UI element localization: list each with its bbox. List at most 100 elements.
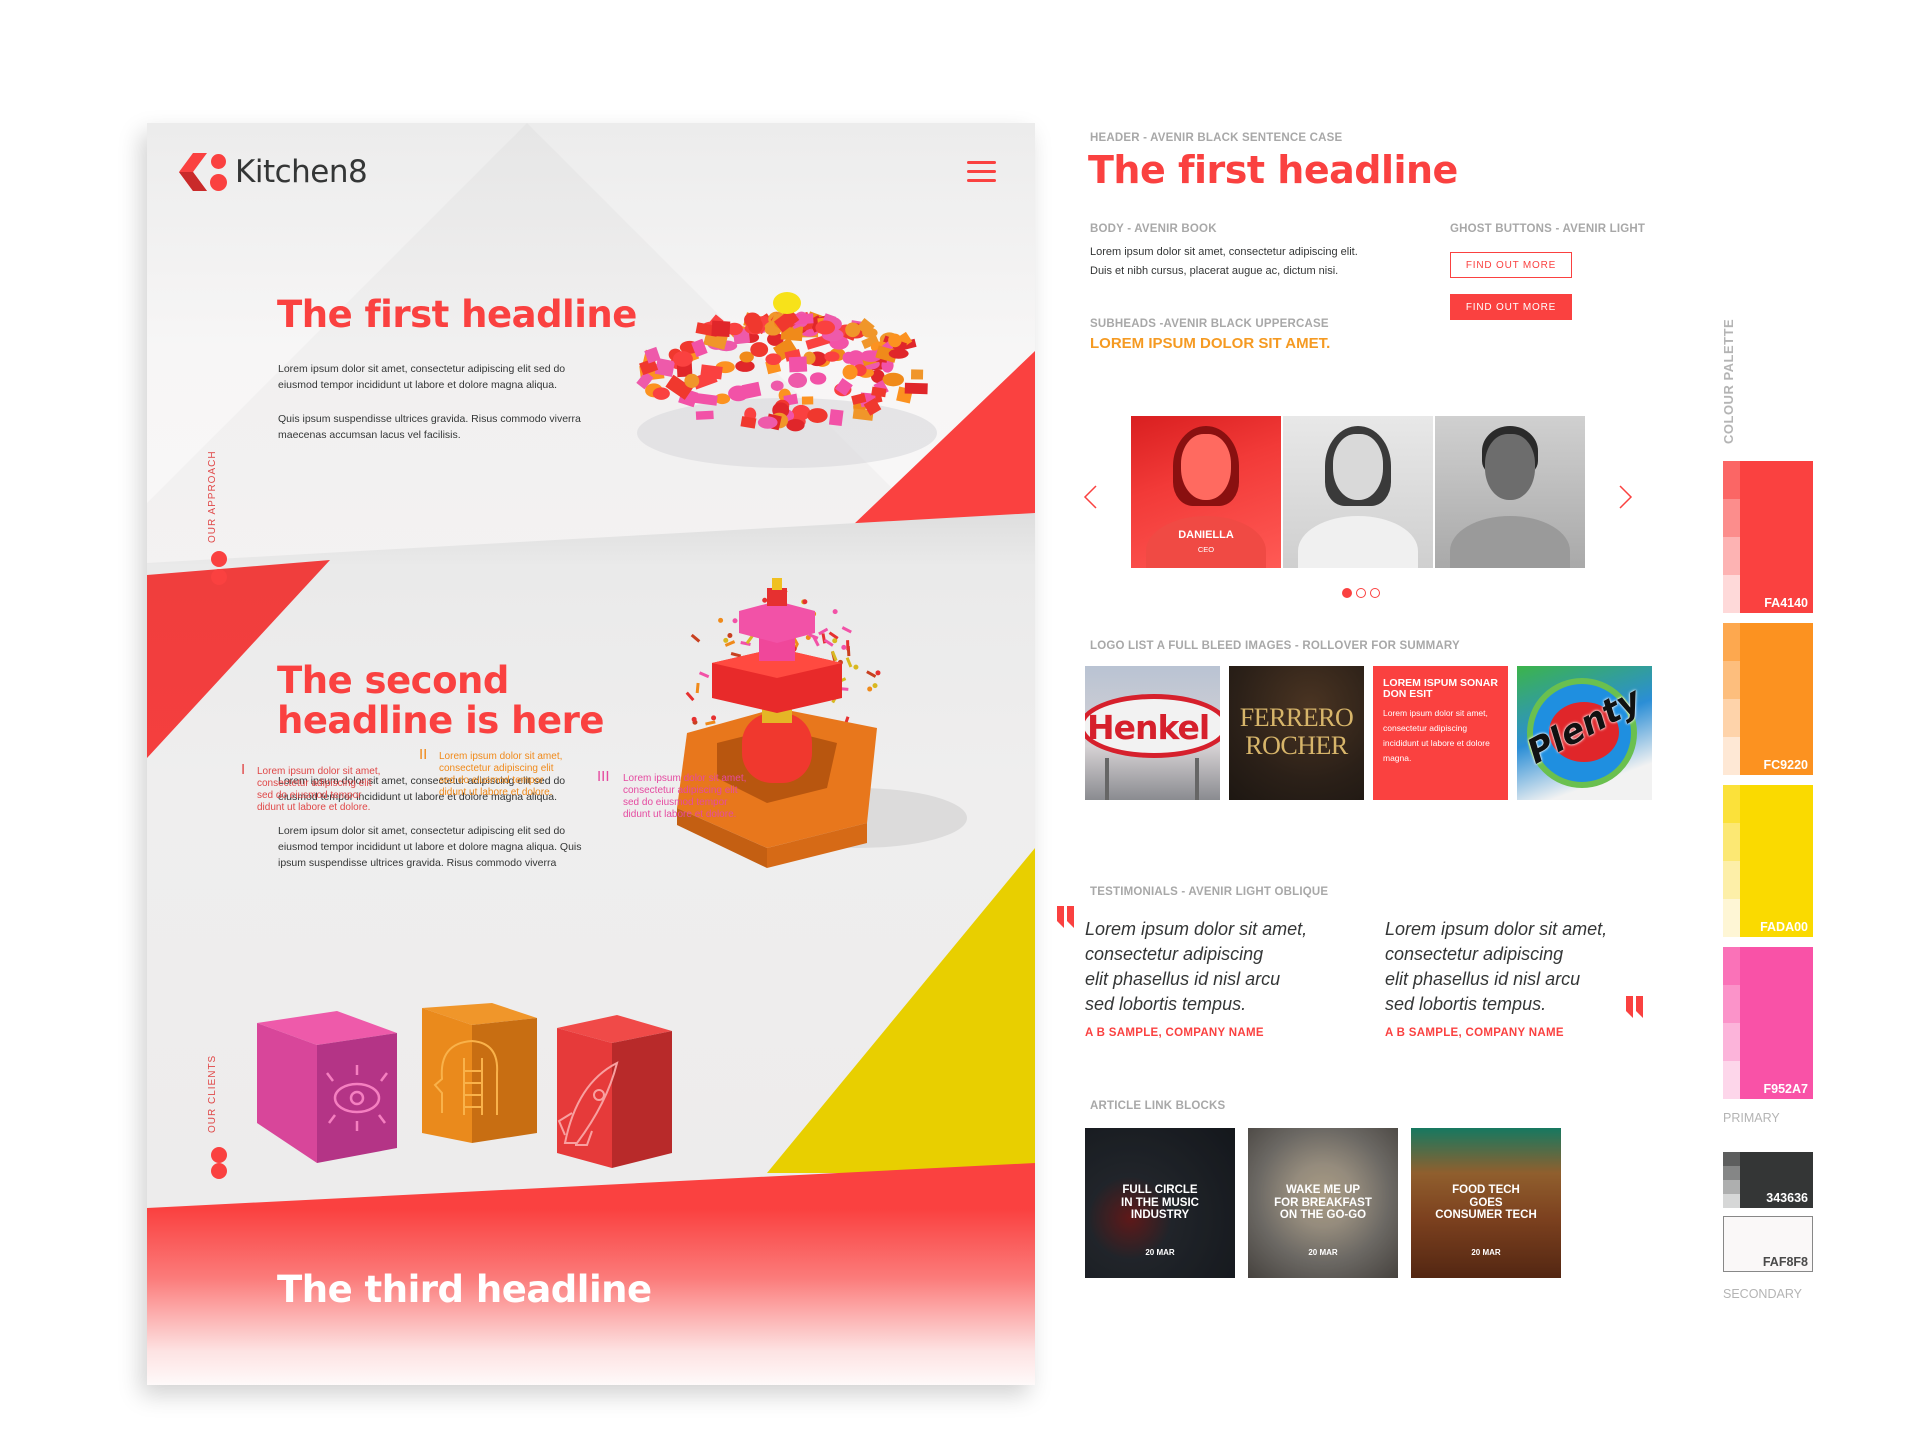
confetti-piece [841,644,847,650]
tint-strip [1723,947,1740,1099]
carousel-prev-arrow-icon[interactable] [1082,484,1098,510]
section-indicator-dot[interactable] [211,1163,227,1179]
find-out-more-solid-button[interactable]: FIND OUT MORE [1450,294,1572,320]
confetti-piece [691,716,697,722]
tint-strip [1723,461,1740,613]
swatch-main-colour [1740,623,1813,775]
testimonial-quote: Lorem ipsum dolor sit amet, consectetur … [1385,919,1608,1014]
article-title: FULL CIRCLE IN THE MUSIC INDUSTRY [1121,1184,1199,1221]
block-piece [882,372,904,387]
eye-cube [257,1011,397,1163]
article-title: WAKE ME UP FOR BREAKFAST ON THE GO-GO [1274,1184,1372,1221]
block-piece [809,372,827,385]
block-piece [711,320,731,338]
secondary-label: SECONDARY [1723,1287,1802,1301]
side-label-our-approach[interactable]: OUR APPROACH [207,450,218,543]
website-mockup: Kitchen8 The first headline Lorem ipsum … [147,123,1035,1385]
article-link-block[interactable]: FULL CIRCLE IN THE MUSIC INDUSTRY 20 MAR [1085,1128,1235,1278]
block-piece [757,416,778,429]
section1-paragraph: Lorem ipsum dolor sit amet, consectetur … [278,363,566,391]
team-carousel: DANIELLA CEO [1131,416,1587,568]
kitchen8-logo-icon [179,151,227,193]
block-piece [792,404,811,421]
confetti-piece [872,683,878,689]
team-member-card[interactable] [1435,416,1585,568]
carousel-dot[interactable] [1342,588,1352,598]
block-piece [694,392,718,406]
block-piece [828,409,844,427]
henkel-logo-tile[interactable]: Henkel [1085,666,1220,800]
testimonials-label: TESTIMONIALS - AVENIR LIGHT OBLIQUE [1090,886,1329,898]
swatch-hex-label: FADA00 [1760,920,1808,934]
client-logo-list: Henkel FERRERO ROCHER LOREM ISPUM SONAR D… [1085,666,1652,800]
article-link-block[interactable]: WAKE ME UP FOR BREAKFAST ON THE GO-GO 20… [1248,1128,1398,1278]
hamburger-menu-icon[interactable] [967,161,996,183]
testimonial-author: A B SAMPLE, COMPANY NAME [1085,1027,1264,1039]
confetti-piece [846,640,850,651]
confetti-piece [762,597,768,603]
colour-swatch-f952a7: F952A7 [1723,947,1813,1099]
swatch-main-colour [1740,947,1813,1099]
open-quote-icon [1057,906,1074,928]
block-piece [807,408,828,423]
tint-strip [1723,623,1740,775]
roman-numeral-marker: I [241,761,246,778]
rocket-cube [557,1015,672,1168]
block-piece [786,418,805,432]
brand-name: Kitchen8 [235,154,368,190]
section-indicator-dot[interactable] [211,1147,227,1163]
block-tower-image [677,578,967,868]
block-piece [845,322,861,338]
confetti-piece [711,715,717,721]
section-indicator-dot[interactable] [211,569,227,585]
ghost-buttons-label: GHOST BUTTONS - AVENIR LIGHT [1450,223,1646,235]
confetti-piece [695,682,700,694]
block-piece [695,410,714,420]
team-member-card[interactable] [1283,416,1433,568]
confetti-piece [875,670,881,676]
feature-blurb: II Lorem ipsum dolor sit amet, consectet… [419,746,563,798]
block-piece [765,353,782,366]
article-link-block[interactable]: FOOD TECH GOES CONSUMER TECH 20 MAR [1411,1128,1561,1278]
carousel-dot[interactable] [1356,588,1366,598]
body-style-label: BODY - AVENIR BOOK [1090,223,1217,235]
block-piece [654,358,676,377]
article-blocks-label: ARTICLE LINK BLOCKS [1090,1100,1226,1112]
block-piece [652,387,670,400]
block-piece [888,348,909,359]
section3-headline: The third headline [277,1268,652,1311]
confetti-piece [853,664,859,670]
confetti-piece [866,670,877,678]
swatch-hex-label: F952A7 [1763,1082,1808,1096]
logo-rollover-summary-tile[interactable]: LOREM ISPUM SONAR DON ESIT Lorem ipsum d… [1373,666,1508,800]
confetti-piece [828,631,839,640]
confetti-piece [732,618,738,624]
colour-swatch-fc9220: FC9220 [1723,623,1813,775]
carousel-next-arrow-icon[interactable] [1618,484,1634,510]
block-piece [842,364,858,380]
confetti-piece [832,609,838,615]
subheads-sample: LOREM IPSUM DOLOR SIT AMET. [1090,335,1331,352]
logo-list-label: LOGO LIST A FULL BLEED IMAGES - ROLLOVER… [1090,640,1460,652]
team-member-card[interactable]: DANIELLA CEO [1131,416,1281,568]
confetti-piece [802,599,808,605]
team-member-role: CEO [1197,545,1215,554]
swatch-hex-label: FC9220 [1763,758,1808,772]
block-piece [904,382,928,395]
block-piece [788,356,808,373]
block-piece [788,372,808,388]
find-out-more-ghost-button[interactable]: FIND OUT MORE [1450,252,1572,278]
block-piece [910,369,924,380]
confetti-piece [690,633,701,643]
plenty-logo-tile[interactable]: Plenty [1517,666,1652,800]
swatch-hex-label: FA4140 [1764,596,1808,610]
confetti-piece [867,686,873,692]
swatch-main-colour [1740,461,1813,613]
confetti-piece [845,657,853,668]
side-label-our-clients[interactable]: OUR CLIENTS [207,1055,218,1133]
brand-logo[interactable]: Kitchen8 [179,151,368,193]
ferrero-rocher-logo-tile[interactable]: FERRERO ROCHER [1229,666,1364,800]
carousel-dot[interactable] [1370,588,1380,598]
section-indicator-dot[interactable] [211,551,227,567]
confetti-piece [727,632,733,638]
